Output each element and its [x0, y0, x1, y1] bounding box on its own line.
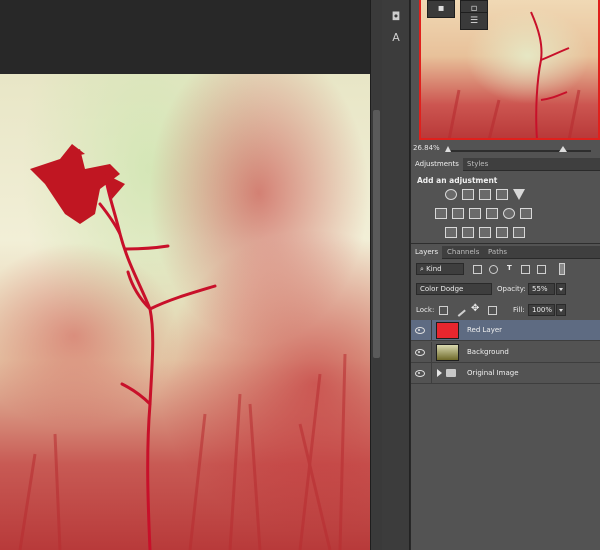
tab-channels[interactable]: Channels — [443, 246, 483, 259]
visibility-eye-icon[interactable] — [415, 347, 425, 357]
folder-icon — [446, 369, 456, 377]
adjustment-filter-icon[interactable] — [489, 265, 498, 274]
hue-saturation-icon[interactable] — [435, 208, 447, 219]
invert-icon[interactable] — [445, 227, 457, 238]
red-branch-illustration — [18, 144, 347, 550]
opacity-field[interactable]: 55% — [528, 283, 555, 295]
visibility-eye-icon[interactable] — [415, 368, 425, 378]
layer-row-background[interactable]: Background — [411, 342, 600, 363]
layer-thumbnail — [436, 344, 459, 361]
type-filter-icon[interactable]: T — [507, 264, 512, 272]
pixel-filter-icon[interactable] — [473, 265, 482, 274]
selective-color-icon[interactable] — [496, 227, 508, 238]
zoom-slider[interactable] — [451, 146, 591, 152]
tab-adjustments[interactable]: Adjustments — [411, 158, 463, 171]
layer-row-original-image[interactable]: Original Image — [411, 363, 600, 384]
curves-icon[interactable] — [479, 189, 491, 200]
visibility-eye-icon[interactable] — [415, 325, 425, 335]
layer-row-red-layer[interactable]: Red Layer — [411, 320, 600, 341]
zoom-level[interactable]: 26.84% — [413, 144, 440, 152]
filter-toggle-icon[interactable] — [559, 263, 565, 275]
fill-label: Fill: — [513, 306, 525, 314]
right-panels: ▪ ▫ ☰ 26.84% Adjustments Styles Add an a… — [411, 0, 600, 550]
lock-all-icon[interactable] — [488, 306, 497, 315]
layer-filter-select[interactable]: ⌕ Kind — [416, 263, 464, 275]
character-icon[interactable]: ◘ — [388, 10, 404, 24]
opacity-label: Opacity: — [497, 285, 526, 293]
lock-position-icon[interactable]: ✥ — [471, 303, 479, 314]
levels-icon[interactable] — [462, 189, 474, 200]
layer-name: Original Image — [467, 369, 519, 377]
tab-paths[interactable]: Paths — [484, 246, 511, 259]
color-balance-icon[interactable] — [452, 208, 464, 219]
layers-panel: Layers Channels Paths ⌕ Kind T Color Dod… — [411, 246, 600, 550]
adjustments-tabs: Adjustments Styles — [411, 158, 600, 171]
paragraph-icon[interactable]: A — [388, 31, 404, 45]
zoom-slider-knob[interactable] — [559, 146, 567, 152]
smart-object-filter-icon[interactable] — [537, 265, 546, 274]
fill-dropdown[interactable] — [556, 304, 566, 316]
canvas-image[interactable] — [0, 74, 370, 550]
opacity-dropdown[interactable] — [556, 283, 566, 295]
channel-mixer-icon[interactable] — [503, 208, 515, 219]
black-white-icon[interactable] — [469, 208, 481, 219]
scrollbar-thumb[interactable] — [373, 110, 380, 358]
navigator-zoom-row: 26.84% — [411, 142, 600, 158]
lock-transparent-icon[interactable] — [439, 306, 448, 315]
blend-mode-select[interactable]: Color Dodge — [416, 283, 492, 295]
layer-thumbnail — [436, 322, 459, 339]
tab-styles[interactable]: Styles — [463, 158, 492, 171]
brightness-icon[interactable] — [445, 189, 457, 200]
layers-tabs: Layers Channels Paths — [411, 246, 600, 259]
adjustments-panel: Adjustments Styles Add an adjustment — [411, 158, 600, 244]
shape-filter-icon[interactable] — [521, 265, 530, 274]
photo-filter-icon[interactable] — [486, 208, 498, 219]
document-canvas-area[interactable] — [0, 0, 371, 550]
navigator-tool-button[interactable]: ▪ — [427, 0, 455, 18]
expand-group-icon[interactable] — [437, 369, 442, 377]
layer-filter-kind: Kind — [426, 265, 442, 273]
sliders-icon[interactable]: ☰ — [460, 12, 488, 30]
layer-name: Background — [467, 348, 509, 356]
layer-name: Red Layer — [467, 326, 503, 334]
tab-layers[interactable]: Layers — [411, 246, 443, 259]
adjustments-title: Add an adjustment — [417, 176, 498, 185]
lock-image-icon[interactable] — [453, 304, 466, 317]
canvas-vertical-scrollbar[interactable] — [370, 0, 382, 550]
vibrance-icon[interactable] — [513, 189, 525, 200]
color-lookup-icon[interactable] — [520, 208, 532, 219]
gradient-map-icon[interactable] — [513, 227, 525, 238]
panel-tool-strip: ◘ A — [382, 0, 410, 550]
fill-field[interactable]: 100% — [528, 304, 555, 316]
lock-label: Lock: — [416, 306, 435, 314]
exposure-icon[interactable] — [496, 189, 508, 200]
threshold-icon[interactable] — [479, 227, 491, 238]
navigator-panel: ▪ ▫ ☰ 26.84% — [411, 0, 600, 158]
posterize-icon[interactable] — [462, 227, 474, 238]
